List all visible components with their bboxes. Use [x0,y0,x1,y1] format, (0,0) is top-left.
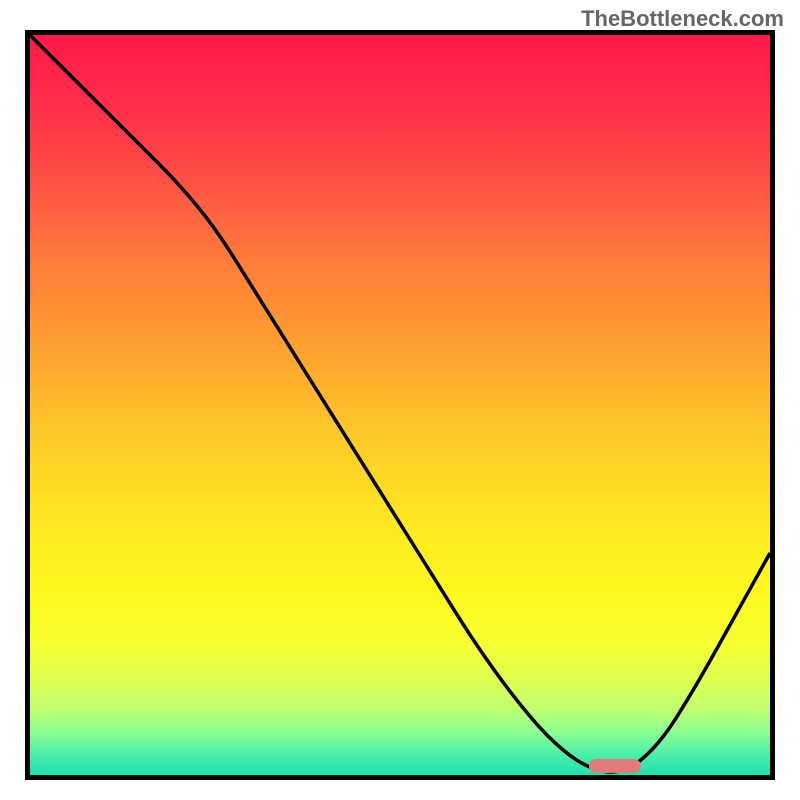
minimum-marker [589,759,641,773]
bottleneck-curve-path [30,35,770,772]
chart-curve [30,35,770,775]
watermark-text: TheBottleneck.com [581,6,784,32]
chart-frame [25,30,775,780]
